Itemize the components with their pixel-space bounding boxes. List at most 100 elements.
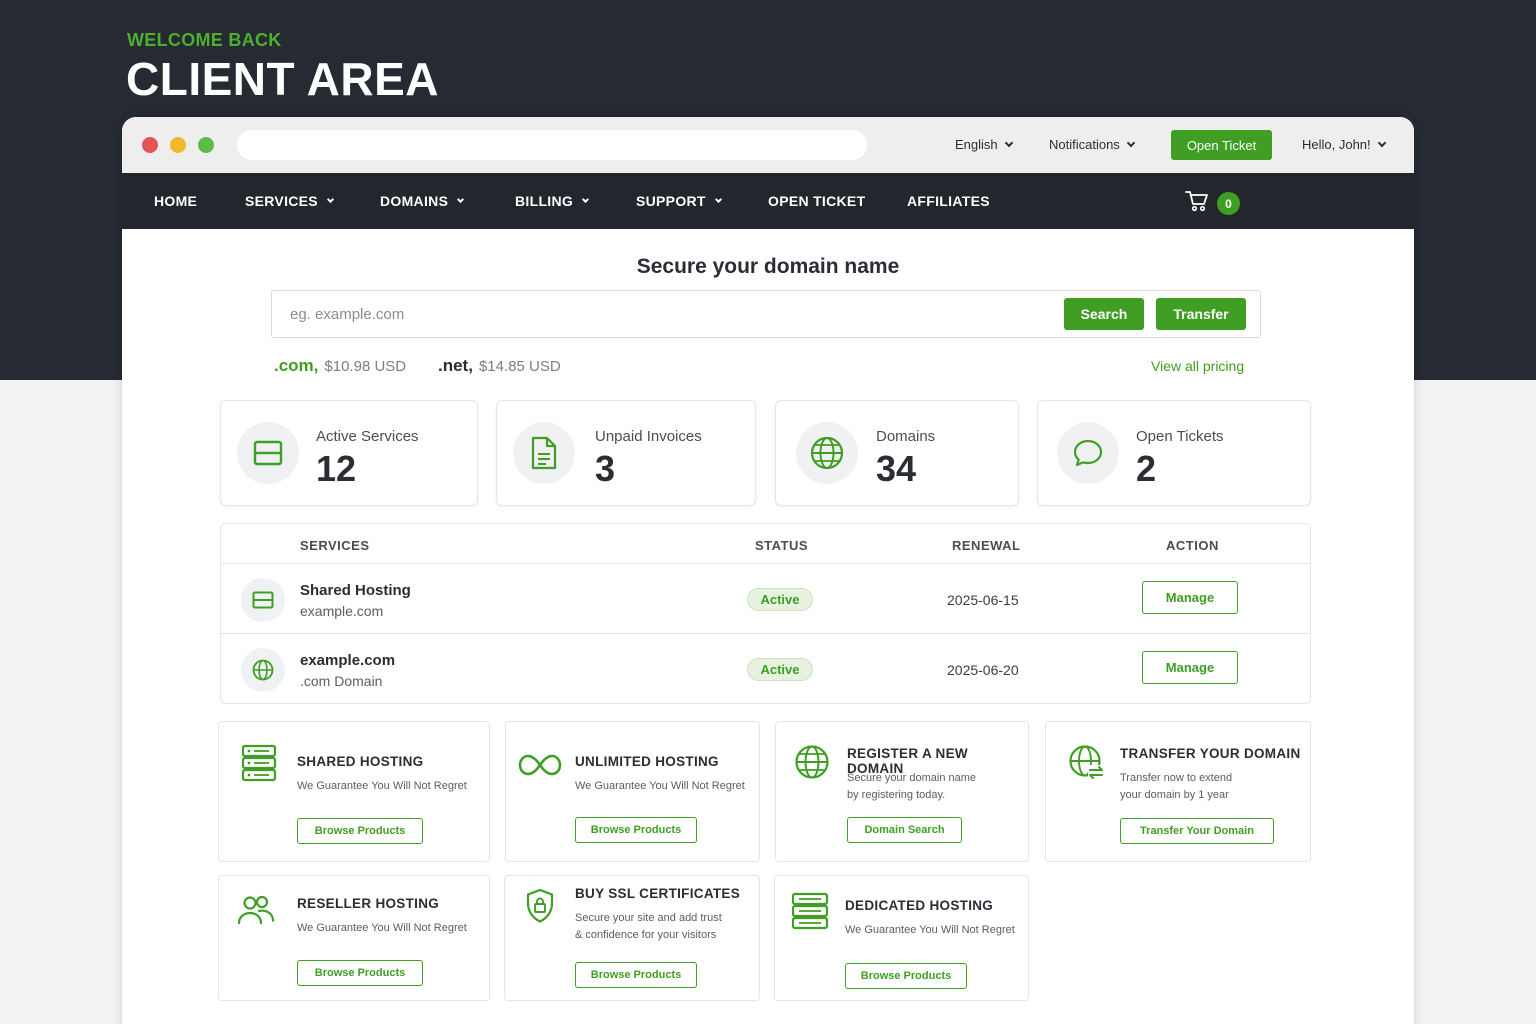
product-card-unlimited-hosting: UNLIMITED HOSTING We Guarantee You Will … bbox=[505, 721, 760, 862]
product-title: BUY SSL CERTIFICATES bbox=[575, 886, 741, 901]
window-titlebar: English Notifications Open Ticket Hello,… bbox=[122, 117, 1414, 173]
service-name: Shared Hosting bbox=[300, 582, 411, 599]
product-description-line: your domain by 1 year bbox=[1120, 789, 1229, 801]
browse-products-button[interactable]: Browse Products bbox=[845, 963, 967, 989]
product-title: DEDICATED HOSTING bbox=[845, 898, 994, 913]
stat-card-active-services[interactable]: Active Services 12 bbox=[220, 400, 478, 506]
globe-icon bbox=[795, 745, 829, 779]
browse-products-button[interactable]: Browse Products bbox=[297, 818, 423, 844]
infinity-icon bbox=[518, 754, 562, 776]
stat-value: 2 bbox=[1136, 448, 1157, 489]
row-icon-circle bbox=[241, 648, 285, 692]
server-card-icon bbox=[253, 440, 283, 466]
cart-icon[interactable] bbox=[1185, 190, 1209, 212]
transfer-button[interactable]: Transfer bbox=[1156, 298, 1246, 330]
nav-support[interactable]: SUPPORT bbox=[636, 193, 722, 209]
nav-domains[interactable]: DOMAINS bbox=[380, 193, 465, 209]
browse-products-button[interactable]: Browse Products bbox=[575, 817, 697, 843]
transfer-your-domain-button[interactable]: Transfer Your Domain bbox=[1120, 818, 1274, 844]
maximize-window-button[interactable] bbox=[198, 137, 214, 153]
stat-value: 12 bbox=[316, 448, 357, 489]
tld-price-net: .net, $14.85 USD bbox=[438, 356, 561, 376]
users-icon bbox=[237, 895, 275, 925]
nav-services[interactable]: SERVICES bbox=[245, 193, 334, 209]
search-button[interactable]: Search bbox=[1064, 298, 1144, 330]
chevron-down-icon bbox=[582, 195, 590, 203]
product-title: TRANSFER YOUR DOMAIN bbox=[1120, 746, 1301, 761]
minimize-window-button[interactable] bbox=[170, 137, 186, 153]
nav-open-ticket-label: OPEN TICKET bbox=[768, 193, 866, 209]
tld-extension: .net, bbox=[438, 356, 473, 375]
nav-support-label: SUPPORT bbox=[636, 193, 706, 209]
nav-affiliates-label: AFFILIATES bbox=[907, 193, 990, 209]
renewal-date: 2025-06-20 bbox=[947, 662, 1019, 678]
main-navbar: HOME SERVICES DOMAINS BILLING SUPPORT OP… bbox=[122, 173, 1414, 229]
nav-services-label: SERVICES bbox=[245, 193, 318, 209]
stat-icon-circle bbox=[1057, 422, 1119, 484]
notifications-label: Notifications bbox=[1049, 137, 1120, 152]
service-domain: example.com bbox=[300, 603, 384, 619]
product-title: SHARED HOSTING bbox=[297, 754, 424, 769]
product-description-line: Secure your site and add trust bbox=[575, 912, 722, 924]
language-selector[interactable]: English bbox=[955, 137, 1013, 152]
language-label: English bbox=[955, 137, 998, 152]
tld-price-com: .com, $10.98 USD bbox=[274, 356, 406, 376]
view-all-pricing-link[interactable]: View all pricing bbox=[1151, 358, 1244, 374]
product-description-line: & confidence for your visitors bbox=[575, 929, 717, 941]
table-row: Shared Hosting example.com Active 2025-0… bbox=[221, 563, 1310, 633]
product-card-reseller-hosting: RESELLER HOSTING We Guarantee You Will N… bbox=[218, 875, 490, 1001]
row-icon-circle bbox=[241, 578, 285, 622]
page-title: CLIENT AREA bbox=[126, 53, 440, 105]
globe-icon bbox=[252, 659, 274, 681]
status-badge: Active bbox=[747, 658, 813, 681]
table-header-renewal: RENEWAL bbox=[952, 538, 1021, 553]
manage-button[interactable]: Manage bbox=[1142, 581, 1238, 614]
stat-icon-circle bbox=[796, 422, 858, 484]
browse-products-button[interactable]: Browse Products bbox=[297, 960, 423, 986]
server-stack-icon bbox=[241, 744, 277, 782]
chevron-down-icon bbox=[714, 195, 722, 203]
notifications-menu[interactable]: Notifications bbox=[1049, 137, 1136, 152]
open-ticket-button[interactable]: Open Ticket bbox=[1171, 130, 1272, 160]
user-greeting: Hello, John! bbox=[1302, 137, 1371, 152]
nav-open-ticket[interactable]: OPEN TICKET bbox=[768, 193, 865, 209]
document-icon bbox=[531, 436, 557, 470]
service-name: example.com bbox=[300, 652, 396, 669]
nav-affiliates[interactable]: AFFILIATES bbox=[907, 193, 990, 209]
tld-price: $10.98 USD bbox=[324, 358, 407, 375]
browser-window: English Notifications Open Ticket Hello,… bbox=[122, 117, 1414, 1024]
product-card-dedicated-hosting: DEDICATED HOSTING We Guarantee You Will … bbox=[774, 875, 1029, 1001]
user-menu[interactable]: Hello, John! bbox=[1302, 137, 1386, 152]
manage-button[interactable]: Manage bbox=[1142, 651, 1238, 684]
browse-products-button[interactable]: Browse Products bbox=[575, 962, 697, 988]
product-card-shared-hosting: SHARED HOSTING We Guarantee You Will Not… bbox=[218, 721, 490, 862]
product-description: We Guarantee You Will Not Regret bbox=[845, 924, 1015, 936]
stat-card-open-tickets[interactable]: Open Tickets 2 bbox=[1037, 400, 1311, 506]
renewal-date: 2025-06-15 bbox=[947, 592, 1019, 608]
product-description-line: by registering today. bbox=[847, 789, 946, 801]
chevron-down-icon bbox=[1126, 138, 1136, 147]
chevron-down-icon bbox=[1377, 138, 1386, 147]
nav-home[interactable]: HOME bbox=[154, 193, 197, 209]
table-header-action: ACTION bbox=[1166, 538, 1219, 553]
domain-search-button[interactable]: Domain Search bbox=[847, 817, 962, 843]
table-row: example.com .com Domain Active 2025-06-2… bbox=[221, 633, 1310, 703]
server-icon bbox=[252, 591, 274, 609]
nav-billing[interactable]: BILLING bbox=[515, 193, 590, 209]
server-stack-icon bbox=[791, 892, 829, 930]
domain-search-box: Search Transfer bbox=[271, 290, 1261, 338]
domain-search-input[interactable] bbox=[280, 297, 1050, 331]
product-description: We Guarantee You Will Not Regret bbox=[297, 780, 467, 792]
status-badge: Active bbox=[747, 588, 813, 611]
close-window-button[interactable] bbox=[142, 137, 158, 153]
stat-icon-circle bbox=[237, 422, 299, 484]
product-description: We Guarantee You Will Not Regret bbox=[297, 922, 467, 934]
address-bar[interactable] bbox=[237, 130, 867, 160]
product-title: RESELLER HOSTING bbox=[297, 896, 440, 911]
chevron-down-icon bbox=[457, 195, 465, 203]
stat-card-unpaid-invoices[interactable]: Unpaid Invoices 3 bbox=[496, 400, 756, 506]
stat-card-domains[interactable]: Domains 34 bbox=[775, 400, 1019, 506]
stat-value: 3 bbox=[595, 448, 616, 489]
table-header-services: SERVICES bbox=[300, 538, 370, 553]
hero-eyebrow: WELCOME BACK bbox=[127, 30, 282, 50]
